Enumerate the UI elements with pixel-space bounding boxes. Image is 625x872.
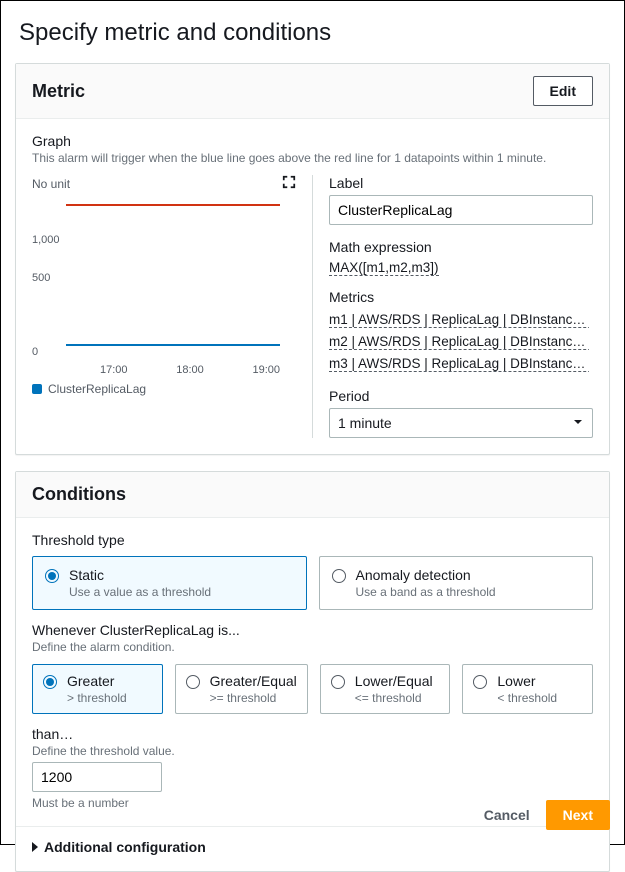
operator-gte-sub: >= threshold (210, 691, 297, 705)
conditions-panel-title: Conditions (32, 484, 126, 505)
conditions-panel-header: Conditions (16, 472, 609, 518)
whenever-label: Whenever ClusterReplicaLag is... (32, 622, 593, 638)
radio-icon (43, 675, 57, 689)
operator-lte-title: Lower/Equal (355, 673, 433, 689)
threshold-type-anomaly-title: Anomaly detection (356, 567, 496, 583)
caret-down-icon (572, 415, 584, 431)
radio-icon (45, 569, 59, 583)
than-desc: Define the threshold value. (32, 744, 593, 758)
label-input[interactable] (329, 195, 593, 225)
cancel-button[interactable]: Cancel (478, 806, 536, 824)
threshold-value-input[interactable] (32, 762, 162, 792)
threshold-type-static-sub: Use a value as a threshold (69, 585, 211, 599)
graph-section-desc: This alarm will trigger when the blue li… (32, 151, 593, 165)
operator-greater-sub: > threshold (67, 691, 127, 705)
radio-icon (332, 569, 346, 583)
label-field-label: Label (329, 175, 593, 191)
metric-link-m2[interactable]: m2 | AWS/RDS | ReplicaLag | DBInstanceId… (329, 334, 589, 350)
metric-line (66, 344, 280, 346)
y-tick-1000: 1,000 (32, 234, 60, 246)
operator-lte[interactable]: Lower/Equal <= threshold (320, 664, 451, 714)
chart-column: No unit 500 1,000 0 (32, 175, 312, 438)
metric-two-col: No unit 500 1,000 0 (32, 175, 593, 438)
y-tick-500: 500 (32, 272, 50, 284)
chart-header-row: No unit (32, 175, 296, 192)
legend-color-box (32, 384, 42, 394)
period-select[interactable]: 1 minute (329, 408, 593, 438)
x-axis: 17:00 18:00 19:00 (66, 364, 280, 376)
edit-button[interactable]: Edit (533, 76, 593, 106)
chart-area: 500 1,000 0 17:00 18:00 19:00 (66, 198, 296, 358)
math-expression-label: Math expression (329, 239, 593, 255)
caret-right-icon (32, 842, 38, 852)
chart-unit-label: No unit (32, 177, 70, 191)
additional-configuration-toggle[interactable]: Additional configuration (32, 839, 593, 855)
operator-lower-sub: < threshold (497, 691, 557, 705)
radio-icon (331, 675, 345, 689)
page-title: Specify metric and conditions (19, 19, 610, 47)
threshold-type-label: Threshold type (32, 532, 593, 548)
metric-panel: Metric Edit Graph This alarm will trigge… (15, 63, 610, 455)
operator-lower-title: Lower (497, 673, 557, 689)
operator-lte-sub: <= threshold (355, 691, 433, 705)
expand-chart-icon[interactable] (282, 175, 296, 192)
radio-icon (186, 675, 200, 689)
graph-section-label: Graph (32, 133, 593, 149)
metrics-list-label: Metrics (329, 289, 593, 305)
threshold-type-anomaly-sub: Use a band as a threshold (356, 585, 496, 599)
period-value: 1 minute (338, 415, 392, 431)
than-label: than… (32, 726, 593, 742)
y-tick-0: 0 (32, 346, 38, 358)
threshold-type-row: Static Use a value as a threshold Anomal… (32, 556, 593, 610)
footer-actions: Cancel Next (478, 800, 610, 830)
metric-details-column: Label Math expression MAX([m1,m2,m3]) Me… (312, 175, 593, 438)
whenever-desc: Define the alarm condition. (32, 640, 593, 654)
app-frame: Specify metric and conditions Metric Edi… (0, 0, 625, 845)
threshold-type-static-title: Static (69, 567, 211, 583)
operator-row: Greater > threshold Greater/Equal >= thr… (32, 664, 593, 714)
legend-label: ClusterReplicaLag (48, 382, 146, 396)
metric-panel-header: Metric Edit (16, 64, 609, 119)
operator-lower[interactable]: Lower < threshold (462, 664, 593, 714)
chart-legend: ClusterReplicaLag (32, 382, 296, 396)
operator-gte[interactable]: Greater/Equal >= threshold (175, 664, 308, 714)
operator-greater[interactable]: Greater > threshold (32, 664, 163, 714)
period-label: Period (329, 388, 593, 404)
threshold-type-static[interactable]: Static Use a value as a threshold (32, 556, 307, 610)
threshold-line (66, 204, 280, 206)
radio-icon (473, 675, 487, 689)
additional-configuration-label: Additional configuration (44, 839, 206, 855)
metric-panel-body: Graph This alarm will trigger when the b… (16, 119, 609, 454)
x-tick: 18:00 (176, 364, 204, 376)
operator-gte-title: Greater/Equal (210, 673, 297, 689)
operator-greater-title: Greater (67, 673, 127, 689)
math-expression-link[interactable]: MAX([m1,m2,m3]) (329, 260, 439, 276)
metric-link-m1[interactable]: m1 | AWS/RDS | ReplicaLag | DBInstanceId… (329, 312, 589, 328)
metric-panel-title: Metric (32, 81, 85, 102)
threshold-type-anomaly[interactable]: Anomaly detection Use a band as a thresh… (319, 556, 594, 610)
x-tick: 19:00 (252, 364, 280, 376)
next-button[interactable]: Next (546, 800, 610, 830)
x-tick: 17:00 (100, 364, 128, 376)
metric-link-m3[interactable]: m3 | AWS/RDS | ReplicaLag | DBInstanceId… (329, 356, 589, 372)
